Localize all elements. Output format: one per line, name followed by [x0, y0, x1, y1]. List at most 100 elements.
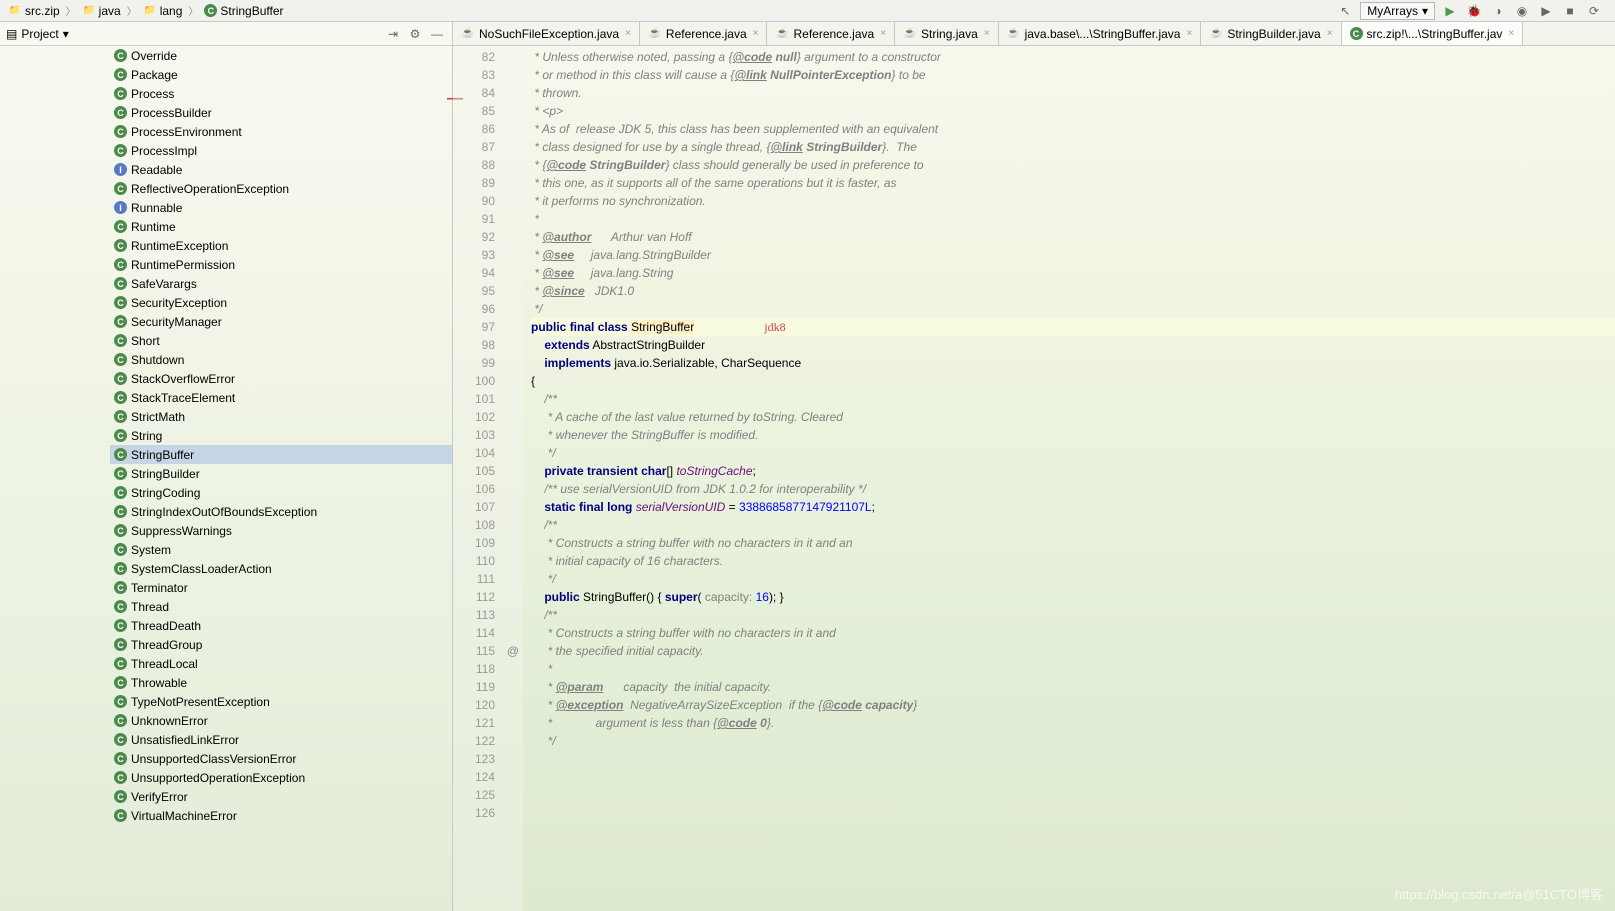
breadcrumb-item[interactable]: 📁lang — [139, 3, 187, 19]
tree-item[interactable]: CThreadLocal — [110, 654, 452, 673]
tab-label: Reference.java — [666, 27, 747, 41]
close-icon[interactable]: × — [753, 28, 759, 39]
run-icon[interactable]: ▶ — [1441, 2, 1459, 20]
tree-item[interactable]: CProcessImpl — [110, 141, 452, 160]
tree-item-label: RuntimeException — [131, 239, 228, 253]
tree-item[interactable]: CPackage — [110, 65, 452, 84]
tree-item[interactable]: CString — [110, 426, 452, 445]
tree-item[interactable]: CTerminator — [110, 578, 452, 597]
close-icon[interactable]: × — [880, 28, 886, 39]
hide-icon[interactable]: — — [428, 25, 446, 43]
stop-icon[interactable]: ■ — [1561, 2, 1579, 20]
tree-item[interactable]: CThrowable — [110, 673, 452, 692]
java-icon: ☕ — [1209, 27, 1223, 41]
tree-item[interactable]: CSuppressWarnings — [110, 521, 452, 540]
tree-item[interactable]: CStringBuilder — [110, 464, 452, 483]
tree-item[interactable]: CThreadGroup — [110, 635, 452, 654]
tree-item[interactable]: CStringBuffer — [110, 445, 452, 464]
editor-tab[interactable]: Csrc.zip!\...\StringBuffer.jav× — [1342, 22, 1524, 45]
tree-item-label: Package — [131, 68, 178, 82]
class-icon: C — [114, 220, 127, 233]
class-icon: C — [114, 258, 127, 271]
close-icon[interactable]: × — [1186, 28, 1192, 39]
folder-icon: 📁 — [8, 4, 22, 18]
tree-item[interactable]: CProcess — [110, 84, 452, 103]
update-icon[interactable]: ⟳ — [1585, 2, 1603, 20]
tree-item[interactable]: CThreadDeath — [110, 616, 452, 635]
attach-icon[interactable]: ▶ — [1537, 2, 1555, 20]
editor-tab[interactable]: ☕Reference.java× — [640, 22, 768, 45]
editor-tab[interactable]: ☕java.base\...\StringBuffer.java× — [999, 22, 1202, 45]
nav-back-icon[interactable]: ↖ — [1336, 2, 1354, 20]
tree-item[interactable]: CRuntimeException — [110, 236, 452, 255]
tree-item-label: ThreadLocal — [131, 657, 198, 671]
tree-item[interactable]: CStringCoding — [110, 483, 452, 502]
tree-item[interactable]: CVirtualMachineError — [110, 806, 452, 825]
tree-item[interactable]: CVerifyError — [110, 787, 452, 806]
breadcrumb: 📁src.zip〉📁java〉📁lang〉CStringBuffer — [4, 3, 1336, 19]
tree-item[interactable]: CSecurityException — [110, 293, 452, 312]
tree-item[interactable]: CTypeNotPresentException — [110, 692, 452, 711]
run-config-selector[interactable]: MyArrays ▾ — [1360, 2, 1435, 20]
tree-item-label: ThreadGroup — [131, 638, 202, 652]
collapse-icon[interactable]: ⇥ — [384, 25, 402, 43]
breadcrumb-item[interactable]: CStringBuffer — [200, 3, 287, 19]
tree-item[interactable]: CSafeVarargs — [110, 274, 452, 293]
close-icon[interactable]: × — [1327, 28, 1333, 39]
class-icon: C — [204, 4, 217, 17]
java-icon: ☕ — [903, 27, 917, 41]
debug-icon[interactable]: 🐞 — [1465, 2, 1483, 20]
editor-tab[interactable]: ☕String.java× — [895, 22, 999, 45]
tree-item[interactable]: CUnsupportedOperationException — [110, 768, 452, 787]
tree-item[interactable]: CProcessBuilder — [110, 103, 452, 122]
class-icon: C — [114, 448, 127, 461]
tree-item[interactable]: CStringIndexOutOfBoundsException — [110, 502, 452, 521]
editor-tab[interactable]: ☕ StringBuilder.java × — [1201, 22, 1341, 45]
tree-item-label: StrictMath — [131, 410, 185, 424]
tree-item-label: StringBuilder — [131, 467, 200, 481]
tree-item[interactable]: CRuntimePermission — [110, 255, 452, 274]
tree-item[interactable]: CProcessEnvironment — [110, 122, 452, 141]
tree-item[interactable]: CSystem — [110, 540, 452, 559]
breadcrumb-item[interactable]: 📁java — [78, 3, 125, 19]
tree-item[interactable]: CReflectiveOperationException — [110, 179, 452, 198]
tree-item[interactable]: CRuntime — [110, 217, 452, 236]
code-content[interactable]: * Unless otherwise noted, passing a {@co… — [523, 46, 1615, 911]
tree-item-label: UnknownError — [131, 714, 208, 728]
tree-item[interactable]: IReadable — [110, 160, 452, 179]
breadcrumb-item[interactable]: 📁src.zip — [4, 3, 64, 19]
close-icon[interactable]: × — [1508, 28, 1514, 39]
gear-icon[interactable]: ⚙ — [406, 25, 424, 43]
tree-item[interactable]: IRunnable — [110, 198, 452, 217]
class-icon: C — [114, 752, 127, 765]
tab-label: StringBuilder.java — [1227, 27, 1320, 41]
tree-item[interactable]: COverride — [110, 46, 452, 65]
tree-item[interactable]: CUnknownError — [110, 711, 452, 730]
tree-item[interactable]: CThread — [110, 597, 452, 616]
tree-item[interactable]: CStackOverflowError — [110, 369, 452, 388]
tree-item[interactable]: CUnsatisfiedLinkError — [110, 730, 452, 749]
tree-item-label: VerifyError — [131, 790, 188, 804]
profile-icon[interactable]: ◉ — [1513, 2, 1531, 20]
tree-item[interactable]: CSecurityManager — [110, 312, 452, 331]
class-icon: C — [114, 353, 127, 366]
close-icon[interactable]: × — [984, 28, 990, 39]
close-icon[interactable]: × — [625, 28, 631, 39]
tree-item[interactable]: CShort — [110, 331, 452, 350]
tree-item[interactable]: CStrictMath — [110, 407, 452, 426]
class-icon: C — [114, 372, 127, 385]
tree-item[interactable]: CSystemClassLoaderAction — [110, 559, 452, 578]
editor-tab[interactable]: ☕Reference.java× — [767, 22, 895, 45]
coverage-icon[interactable]: ◑ — [1489, 2, 1507, 20]
tree-item[interactable]: CShutdown — [110, 350, 452, 369]
class-icon: C — [114, 543, 127, 556]
project-tree[interactable]: COverrideCPackageCProcessCProcessBuilder… — [0, 46, 452, 911]
editor-tab[interactable]: ☕NoSuchFileException.java× — [453, 22, 640, 45]
class-icon: C — [114, 771, 127, 784]
class-icon: C — [114, 505, 127, 518]
breadcrumb-separator: 〉 — [127, 3, 137, 18]
code-editor[interactable]: 8283848586878889909192939495969798991001… — [453, 46, 1615, 911]
sidebar-title[interactable]: ▤ Project ▾ — [6, 27, 384, 41]
tree-item[interactable]: CUnsupportedClassVersionError — [110, 749, 452, 768]
tree-item[interactable]: CStackTraceElement — [110, 388, 452, 407]
